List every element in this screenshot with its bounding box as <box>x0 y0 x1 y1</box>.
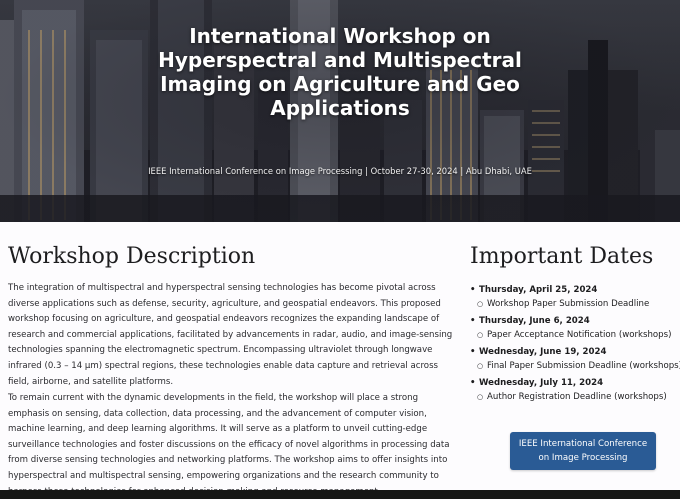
date-label: Thursday, April 25, 2024 <box>479 283 680 297</box>
event-label: Paper Acceptance Notification (workshops… <box>477 328 680 342</box>
event-label: Author Registration Deadline (workshops) <box>477 390 680 404</box>
date-item: Wednesday, June 19, 2024 Final Paper Sub… <box>470 345 680 376</box>
page-title: International Workshop on Hyperspectral … <box>158 24 522 120</box>
bottom-bar <box>0 490 680 499</box>
important-dates-list: Thursday, April 25, 2024 Workshop Paper … <box>470 283 680 407</box>
date-label: Thursday, June 6, 2024 <box>479 314 680 328</box>
description-paragraph-2: To remain current with the dynamic devel… <box>8 393 450 497</box>
conference-link-label: IEEE International Conference on Image P… <box>518 439 648 463</box>
workshop-description-heading: Workshop Description <box>8 244 256 269</box>
event-label: Workshop Paper Submission Deadline <box>477 297 680 311</box>
description-paragraph-1: The integration of multispectral and hyp… <box>8 283 453 387</box>
date-item: Thursday, April 25, 2024 Workshop Paper … <box>470 283 680 314</box>
date-item: Wednesday, July 11, 2024 Author Registra… <box>470 376 680 407</box>
event-label: Final Paper Submission Deadline (worksho… <box>477 359 680 373</box>
important-dates-heading: Important Dates <box>470 244 654 269</box>
date-label: Wednesday, July 11, 2024 <box>479 376 680 390</box>
date-label: Wednesday, June 19, 2024 <box>479 345 680 359</box>
conference-subtitle: IEEE International Conference on Image P… <box>148 166 532 176</box>
date-item: Thursday, June 6, 2024 Paper Acceptance … <box>470 314 680 345</box>
conference-link-button[interactable]: IEEE International Conference on Image P… <box>510 432 656 470</box>
hero-banner: International Workshop on Hyperspectral … <box>0 0 680 222</box>
